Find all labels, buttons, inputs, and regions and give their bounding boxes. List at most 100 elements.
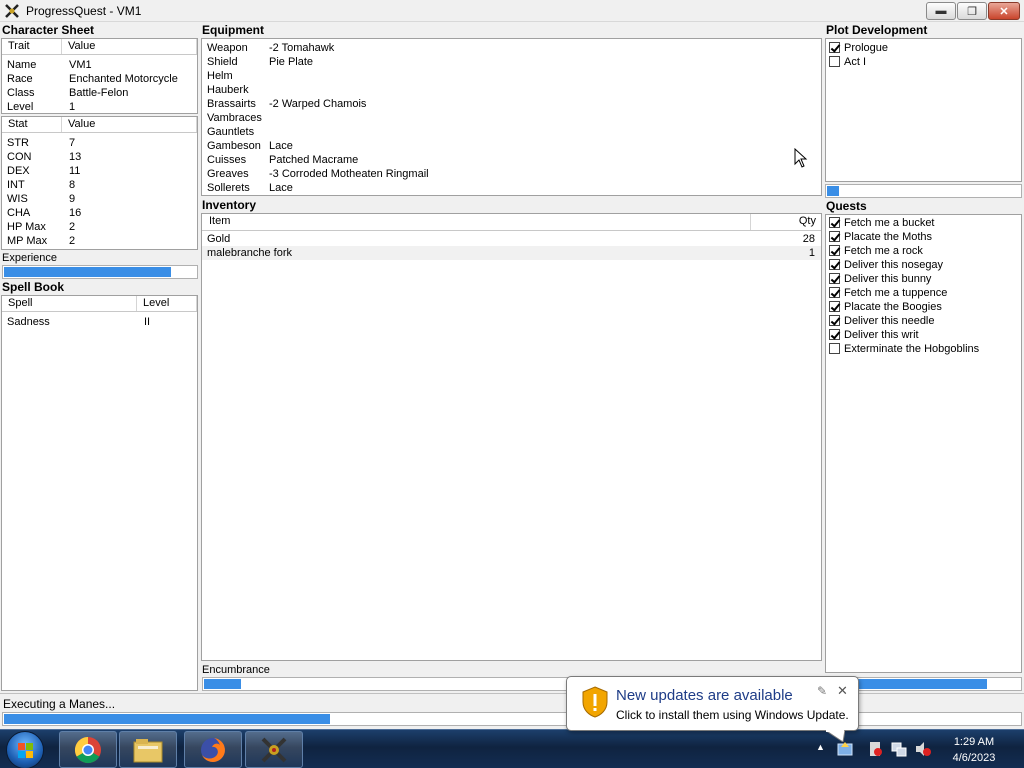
tray-clock[interactable]: 1:29 AM 4/6/2023 bbox=[944, 734, 1004, 766]
checked-checkbox-icon[interactable] bbox=[829, 273, 840, 284]
quest-item[interactable]: Deliver this bunny bbox=[826, 272, 1021, 286]
inventory-row[interactable]: Gold 28 bbox=[202, 232, 821, 246]
status-bar: Executing a Manes... bbox=[0, 693, 1024, 729]
stat-column-header[interactable]: Stat bbox=[2, 117, 62, 132]
inventory-row[interactable]: malebranche fork 1 bbox=[202, 246, 821, 260]
checked-checkbox-icon[interactable] bbox=[829, 315, 840, 326]
notification-close-icon[interactable]: ✕ bbox=[837, 683, 848, 699]
taskbar-progressquest-button[interactable] bbox=[245, 731, 303, 768]
spell-column-header[interactable]: Spell bbox=[2, 296, 137, 311]
value-column-header[interactable]: Value bbox=[62, 39, 197, 54]
network-icon[interactable] bbox=[890, 740, 908, 758]
qty-column-header[interactable]: Qty bbox=[751, 214, 821, 230]
start-button[interactable] bbox=[6, 731, 44, 768]
equipment-row[interactable]: Hauberk bbox=[202, 83, 821, 97]
maximize-button[interactable]: ❐ bbox=[957, 2, 987, 20]
spell-row[interactable]: Sadness II bbox=[2, 315, 197, 329]
quest-item-label: Fetch me a rock bbox=[844, 245, 923, 257]
quest-item[interactable]: Fetch me a rock bbox=[826, 244, 1021, 258]
equipment-row[interactable]: Weapon -2 Tomahawk bbox=[202, 41, 821, 55]
stat-row-key: WIS bbox=[7, 193, 28, 205]
task-progress-bar bbox=[2, 712, 1022, 726]
trait-row[interactable]: Class Battle-Felon bbox=[2, 86, 197, 100]
stat-row-value: 2 bbox=[69, 235, 76, 247]
stat-value-column-header[interactable]: Value bbox=[62, 117, 197, 132]
equipment-slot: Brassairts bbox=[207, 98, 256, 110]
quest-item[interactable]: Fetch me a bucket bbox=[826, 216, 1021, 230]
checked-checkbox-icon[interactable] bbox=[829, 231, 840, 242]
stat-row[interactable]: HP Max 2 bbox=[2, 220, 197, 234]
checked-checkbox-icon[interactable] bbox=[829, 329, 840, 340]
checked-checkbox-icon[interactable] bbox=[829, 301, 840, 312]
mouse-cursor-icon bbox=[794, 148, 808, 168]
quest-list: Fetch me a bucket Placate the Moths Fetch … bbox=[825, 214, 1022, 673]
trait-column-header[interactable]: Trait bbox=[2, 39, 62, 54]
equipment-row[interactable]: Helm bbox=[202, 69, 821, 83]
trait-row[interactable]: Name VM1 bbox=[2, 58, 197, 72]
equipment-row[interactable]: Brassairts -2 Warped Chamois bbox=[202, 97, 821, 111]
taskbar-explorer-button[interactable] bbox=[119, 731, 177, 768]
quest-item-label: Fetch me a bucket bbox=[844, 217, 935, 229]
plot-act-label: Act I bbox=[844, 56, 867, 68]
minimize-button[interactable]: ▬ bbox=[926, 2, 956, 20]
show-hidden-icons-icon[interactable]: ▲ bbox=[816, 742, 825, 752]
taskbar-firefox-button[interactable] bbox=[184, 731, 242, 768]
quest-item[interactable]: Placate the Moths bbox=[826, 230, 1021, 244]
stat-row-value: 2 bbox=[69, 221, 76, 233]
update-notification[interactable]: New updates are available Click to insta… bbox=[566, 676, 859, 742]
inventory-item-name: Gold bbox=[207, 233, 231, 245]
windows-update-tray-icon[interactable] bbox=[836, 740, 854, 758]
action-center-icon[interactable] bbox=[866, 740, 884, 758]
item-column-header[interactable]: Item bbox=[202, 214, 751, 230]
equipment-row[interactable]: Shield Pie Plate bbox=[202, 55, 821, 69]
stat-row[interactable]: WIS 9 bbox=[2, 192, 197, 206]
unchecked-checkbox-icon[interactable] bbox=[829, 56, 840, 67]
stat-row[interactable]: CHA 16 bbox=[2, 206, 197, 220]
equipment-row[interactable]: Cuisses Patched Macrame bbox=[202, 153, 821, 167]
stat-row[interactable]: DEX 11 bbox=[2, 164, 197, 178]
quest-item[interactable]: Deliver this nosegay bbox=[826, 258, 1021, 272]
equipment-row[interactable]: Gambeson Lace bbox=[202, 139, 821, 153]
checked-checkbox-icon[interactable] bbox=[829, 245, 840, 256]
stats-rows: STR 7 CON 13 DEX 11 INT 8 WIS 9 CHA 16 HP Max 2 MP Max… bbox=[2, 133, 197, 248]
taskbar-chrome-button[interactable] bbox=[59, 731, 117, 768]
checked-checkbox-icon[interactable] bbox=[829, 217, 840, 228]
checked-checkbox-icon[interactable] bbox=[829, 259, 840, 270]
quest-item[interactable]: Deliver this writ bbox=[826, 328, 1021, 342]
checked-checkbox-icon[interactable] bbox=[829, 287, 840, 298]
folder-icon bbox=[133, 738, 163, 762]
stat-row[interactable]: STR 7 bbox=[2, 136, 197, 150]
unchecked-checkbox-icon[interactable] bbox=[829, 343, 840, 354]
inventory-table: Item Qty Gold 28 malebranche fork 1 bbox=[201, 213, 822, 661]
close-button[interactable]: ✕ bbox=[988, 2, 1020, 20]
firefox-icon bbox=[201, 737, 225, 762]
equipment-row[interactable]: Sollerets Lace bbox=[202, 181, 821, 195]
plot-act[interactable]: Prologue bbox=[826, 41, 1021, 55]
quest-item[interactable]: Deliver this needle bbox=[826, 314, 1021, 328]
quest-item[interactable]: Exterminate the Hobgoblins bbox=[826, 342, 1021, 356]
quest-item[interactable]: Fetch me a tuppence bbox=[826, 286, 1021, 300]
spell-row-key: Sadness bbox=[7, 316, 50, 328]
equipment-row[interactable]: Gauntlets bbox=[202, 125, 821, 139]
trait-row[interactable]: Race Enchanted Motorcycle bbox=[2, 72, 197, 86]
stat-row[interactable]: MP Max 2 bbox=[2, 234, 197, 248]
trait-row[interactable]: Level 1 bbox=[2, 100, 197, 114]
stat-row-key: STR bbox=[7, 137, 29, 149]
plot-act[interactable]: Act I bbox=[826, 55, 1021, 69]
notification-options-icon[interactable]: ✎ bbox=[817, 684, 827, 698]
trait-row-value: VM1 bbox=[69, 59, 92, 71]
equipment-row[interactable]: Greaves -3 Corroded Motheaten Ringmail bbox=[202, 167, 821, 181]
minimize-icon: ▬ bbox=[935, 5, 947, 17]
equipment-item bbox=[264, 111, 821, 125]
volume-muted-icon[interactable] bbox=[914, 740, 932, 758]
quest-rows: Fetch me a bucket Placate the Moths Fetch … bbox=[826, 215, 1021, 356]
inventory-header: Item Qty bbox=[202, 214, 821, 231]
tray-date: 4/6/2023 bbox=[952, 752, 996, 764]
equipment-row[interactable]: Vambraces bbox=[202, 111, 821, 125]
checked-checkbox-icon[interactable] bbox=[829, 42, 840, 53]
quest-item[interactable]: Placate the Boogies bbox=[826, 300, 1021, 314]
level-column-header[interactable]: Level bbox=[137, 296, 197, 311]
stat-row[interactable]: INT 8 bbox=[2, 178, 197, 192]
stat-row[interactable]: CON 13 bbox=[2, 150, 197, 164]
stat-row-value: 7 bbox=[69, 137, 76, 149]
